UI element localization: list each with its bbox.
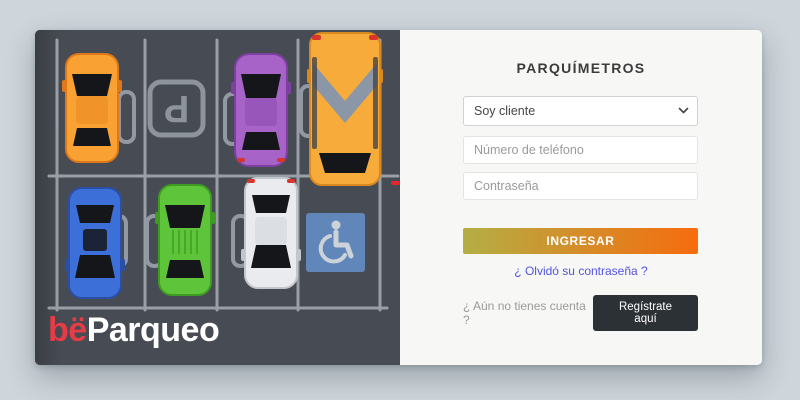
ingresar-button[interactable]: INGRESAR [463,228,698,254]
white-car [241,178,301,288]
svg-text:P: P [164,87,189,129]
login-card: P [35,30,762,365]
role-select-wrap: Soy cliente [463,96,698,126]
no-account-text: ¿ Aún no tienes cuenta ? [463,299,593,327]
beparqueo-logo: bëParqueo [48,311,219,350]
orange-car [62,54,122,162]
purple-car [231,54,291,166]
accessible-parking-icon [306,213,365,272]
blue-car [65,188,125,298]
role-select[interactable]: Soy cliente [463,96,698,126]
forgot-password-link[interactable]: ¿ Olvidó su contraseña ? [400,264,762,278]
green-car [155,185,215,295]
yellow-van [307,33,383,185]
logo-prefix: bë [48,311,87,349]
logo-suffix: Parqueo [87,311,220,349]
page-title: PARQUÍMETROS [400,60,762,76]
phone-input[interactable] [463,136,698,164]
login-form: PARQUÍMETROS Soy cliente INGRESAR ¿ Olvi… [400,30,762,365]
register-button[interactable]: Regístrate aquí [593,295,698,331]
parking-illustration: P [35,30,400,365]
red-edge-marker [391,181,400,185]
password-input[interactable] [463,172,698,200]
signup-row: ¿ Aún no tienes cuenta ? Regístrate aquí [463,300,698,326]
